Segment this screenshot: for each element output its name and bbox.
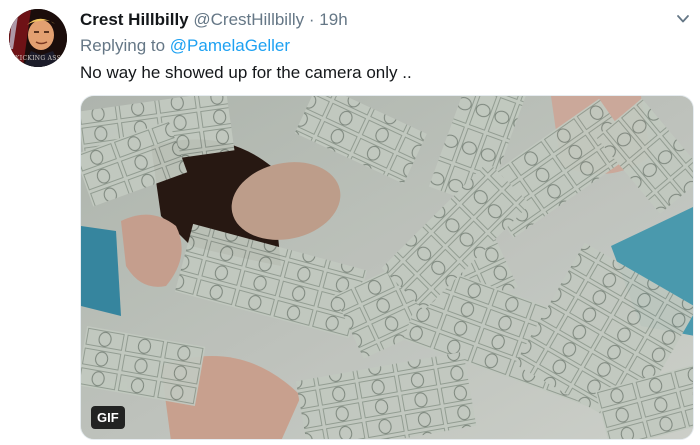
reply-label: Replying to <box>80 36 166 55</box>
reply-handle-link[interactable]: @PamelaGeller <box>170 36 290 55</box>
gif-badge: GIF <box>91 406 125 429</box>
display-name[interactable]: Crest Hillbilly <box>80 10 189 29</box>
gif-image <box>81 96 693 439</box>
tweet-header: Crest Hillbilly @CrestHillbilly · 19h <box>80 9 348 31</box>
avatar-caption: KICKING ASS <box>15 55 61 62</box>
tweet-timestamp[interactable]: 19h <box>319 10 347 29</box>
tweet: KICKING ASS Crest Hillbilly @CrestHillbi… <box>0 0 700 445</box>
tweet-text: No way he showed up for the camera only … <box>80 63 412 82</box>
chevron-down-icon[interactable] <box>676 12 690 26</box>
reply-context: Replying to @PamelaGeller <box>80 35 290 57</box>
separator-dot: · <box>308 10 315 29</box>
avatar[interactable]: KICKING ASS <box>9 9 67 67</box>
gif-media[interactable]: GIF <box>80 95 694 440</box>
user-handle[interactable]: @CrestHillbilly <box>193 10 304 29</box>
